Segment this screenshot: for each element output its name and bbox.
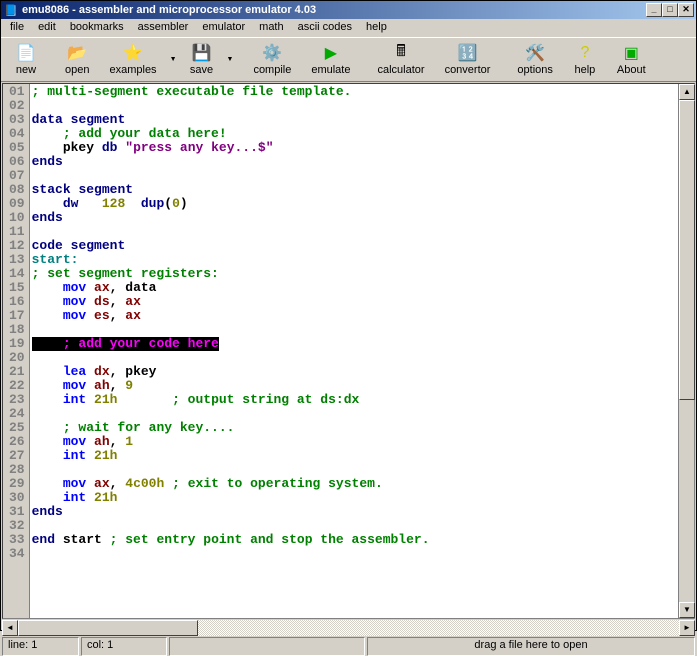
scroll-left-button[interactable]: ◄ <box>2 620 18 636</box>
scroll-down-button[interactable]: ▼ <box>679 602 695 618</box>
window-title: emu8086 - assembler and microprocessor e… <box>22 4 646 16</box>
menu-file[interactable]: file <box>3 20 31 36</box>
options-button[interactable]: 🛠️options <box>507 41 562 78</box>
examples-dropdown-icon[interactable]: ▼ <box>167 56 180 63</box>
status-hint: drag a file here to open <box>367 637 695 656</box>
status-bar: line: 1 col: 1 drag a file here to open <box>2 637 695 656</box>
vertical-scrollbar[interactable]: ▲ ▼ <box>678 84 694 618</box>
compile-button[interactable]: ⚙️compile <box>243 41 301 78</box>
save-button[interactable]: 💾save <box>180 41 224 78</box>
vscroll-thumb[interactable] <box>679 100 695 400</box>
app-icon: 📘 <box>3 2 19 18</box>
emulate-button[interactable]: ▶emulate <box>301 41 360 78</box>
menu-help[interactable]: help <box>359 20 394 36</box>
calculator-icon: 🖩 <box>391 43 411 63</box>
status-line: line: 1 <box>2 637 79 656</box>
maximize-button[interactable]: □ <box>662 3 678 17</box>
close-button[interactable]: ✕ <box>678 3 694 17</box>
menu-bar: file edit bookmarks assembler emulator m… <box>1 19 696 37</box>
menu-math[interactable]: math <box>252 20 290 36</box>
line-gutter: 0102030405060708091011121314151617181920… <box>3 84 30 618</box>
horizontal-scrollbar[interactable]: ◄ ► <box>2 620 695 636</box>
examples-button[interactable]: ⭐examples <box>99 41 166 78</box>
status-col: col: 1 <box>81 637 167 656</box>
editor[interactable]: 0102030405060708091011121314151617181920… <box>2 83 695 619</box>
status-empty <box>169 637 365 656</box>
menu-edit[interactable]: edit <box>31 20 63 36</box>
help-button[interactable]: ?help <box>563 41 607 78</box>
new-file-icon: 📄 <box>16 43 36 63</box>
play-icon: ▶ <box>321 43 341 63</box>
folder-open-icon: 📂 <box>67 43 87 63</box>
new-button[interactable]: 📄new <box>4 41 48 78</box>
tools-icon: 🛠️ <box>525 43 545 63</box>
hscroll-thumb[interactable] <box>18 620 198 636</box>
convertor-button[interactable]: 🔢convertor <box>435 41 501 78</box>
calculator-button[interactable]: 🖩calculator <box>367 41 434 78</box>
menu-assembler[interactable]: assembler <box>131 20 196 36</box>
question-icon: ? <box>575 43 595 63</box>
save-dropdown-icon[interactable]: ▼ <box>224 56 237 63</box>
menu-ascii-codes[interactable]: ascii codes <box>291 20 359 36</box>
title-bar: 📘 emu8086 - assembler and microprocessor… <box>1 1 696 19</box>
chip-icon: ▣ <box>621 43 641 63</box>
menu-bookmarks[interactable]: bookmarks <box>63 20 131 36</box>
scroll-right-button[interactable]: ► <box>679 620 695 636</box>
menu-emulator[interactable]: emulator <box>195 20 252 36</box>
toolbar: 📄new 📂open ⭐examples ▼ 💾save ▼ ⚙️compile… <box>1 37 696 82</box>
convertor-icon: 🔢 <box>457 43 477 63</box>
open-button[interactable]: 📂open <box>55 41 99 78</box>
star-icon: ⭐ <box>123 43 143 63</box>
floppy-icon: 💾 <box>192 43 212 63</box>
minimize-button[interactable]: _ <box>646 3 662 17</box>
gear-icon: ⚙️ <box>262 43 282 63</box>
code-area[interactable]: ; multi-segment executable file template… <box>30 84 678 618</box>
about-button[interactable]: ▣About <box>607 41 656 78</box>
scroll-up-button[interactable]: ▲ <box>679 84 695 100</box>
